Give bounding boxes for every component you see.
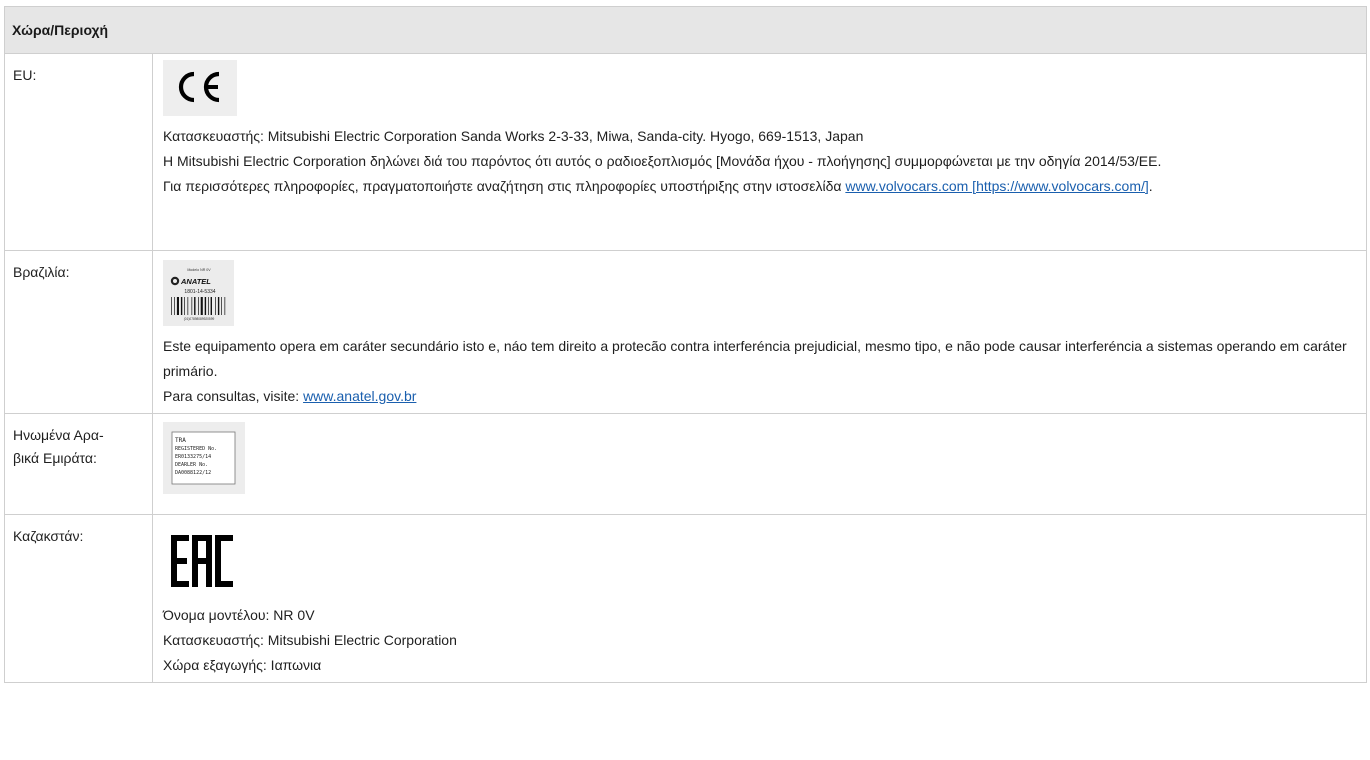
country-line-1: Ηνωμένα Αρα- bbox=[13, 427, 104, 443]
table-row-uae: Ηνωμένα Αρα- βικά Εμιράτα: TRA REGISTERE… bbox=[4, 413, 1368, 515]
regulatory-table: Χώρα/Περιοχή EU: Κατασκευαστής: Mitsubis… bbox=[3, 6, 1368, 683]
export-country-text: Χώρα εξαγωγής: Ιαπωνια bbox=[163, 657, 322, 673]
link-suffix: . bbox=[1148, 178, 1153, 194]
content-cell: Modelo NR 0V ANATEL 1801-14-5334 (01)078… bbox=[151, 250, 1368, 414]
content-cell: Κατασκευαστής: Mitsubishi Electric Corpo… bbox=[151, 53, 1368, 251]
consult-text: Para consultas, visite: www.anatel.gov.b… bbox=[163, 384, 1356, 409]
declaration-text: Η Mitsubishi Electric Corporation δηλώνε… bbox=[163, 153, 1162, 169]
manufacturer-text: Κατασκευαστής: Mitsubishi Electric Corpo… bbox=[163, 128, 864, 144]
tra-line-1: TRA bbox=[175, 437, 186, 444]
more-info-label: Για περισσότερες πληροφορίες, πραγματοπο… bbox=[163, 178, 846, 194]
content-cell: Όνομα μοντέλου: NR 0V Κατασκευαστής: Mit… bbox=[151, 514, 1368, 683]
anatel-link[interactable]: www.anatel.gov.br bbox=[303, 388, 416, 404]
anatel-brand-text: ANATEL bbox=[180, 277, 211, 286]
table-row-kazakhstan: Καζακστάν: Όνομα μοντέλου: NR 0V Κατασκε… bbox=[4, 514, 1368, 683]
country-cell: Καζακστάν: bbox=[4, 514, 153, 683]
tra-line-3: ER0133275/14 bbox=[175, 454, 211, 460]
country-cell: Ηνωμένα Αρα- βικά Εμιράτα: bbox=[4, 413, 153, 515]
model-name-text: Όνομα μοντέλου: NR 0V bbox=[163, 607, 315, 623]
volvocars-link[interactable]: www.volvocars.com [https://www.volvocars… bbox=[845, 178, 1148, 194]
country-cell: EU: bbox=[4, 53, 153, 251]
tra-line-4: DEARLER No. bbox=[175, 462, 208, 468]
ce-mark-icon bbox=[163, 60, 237, 116]
table-row-eu: EU: Κατασκευαστής: Mitsubishi Electric C… bbox=[4, 53, 1368, 251]
manufacturer-text: Κατασκευαστής: Mitsubishi Electric Corpo… bbox=[163, 632, 457, 648]
table-header: Χώρα/Περιοχή bbox=[3, 6, 1368, 54]
anatel-number-text: 1801-14-5334 bbox=[184, 289, 215, 295]
consult-label: Para consultas, visite: bbox=[163, 388, 304, 404]
content-cell: TRA REGISTERED No. ER0133275/14 DEARLER … bbox=[151, 413, 1368, 515]
anatel-barcode-digits: (01)07898089920599 bbox=[184, 317, 215, 321]
more-info-text: Για περισσότερες πληροφορίες, πραγματοπο… bbox=[163, 174, 1356, 199]
anatel-model-text: Modelo NR 0V bbox=[187, 268, 211, 272]
tra-line-2: REGISTERED No. bbox=[175, 446, 217, 452]
anatel-notice-text: Este equipamento opera em caráter secund… bbox=[163, 338, 1347, 379]
tra-line-5: DA0088122/12 bbox=[175, 470, 211, 476]
anatel-label-icon: Modelo NR 0V ANATEL 1801-14-5334 (01)078… bbox=[163, 260, 234, 326]
tra-label-icon: TRA REGISTERED No. ER0133275/14 DEARLER … bbox=[163, 422, 245, 494]
eac-mark-icon bbox=[163, 525, 240, 595]
country-cell: Βραζιλία: bbox=[4, 250, 153, 414]
table-row-brazil: Βραζιλία: Modelo NR 0V ANATEL 1801-14-53… bbox=[4, 250, 1368, 414]
country-line-2: βικά Εμιράτα: bbox=[13, 450, 97, 466]
regulatory-table-container: Χώρα/Περιοχή EU: Κατασκευαστής: Mitsubis… bbox=[3, 6, 1368, 683]
